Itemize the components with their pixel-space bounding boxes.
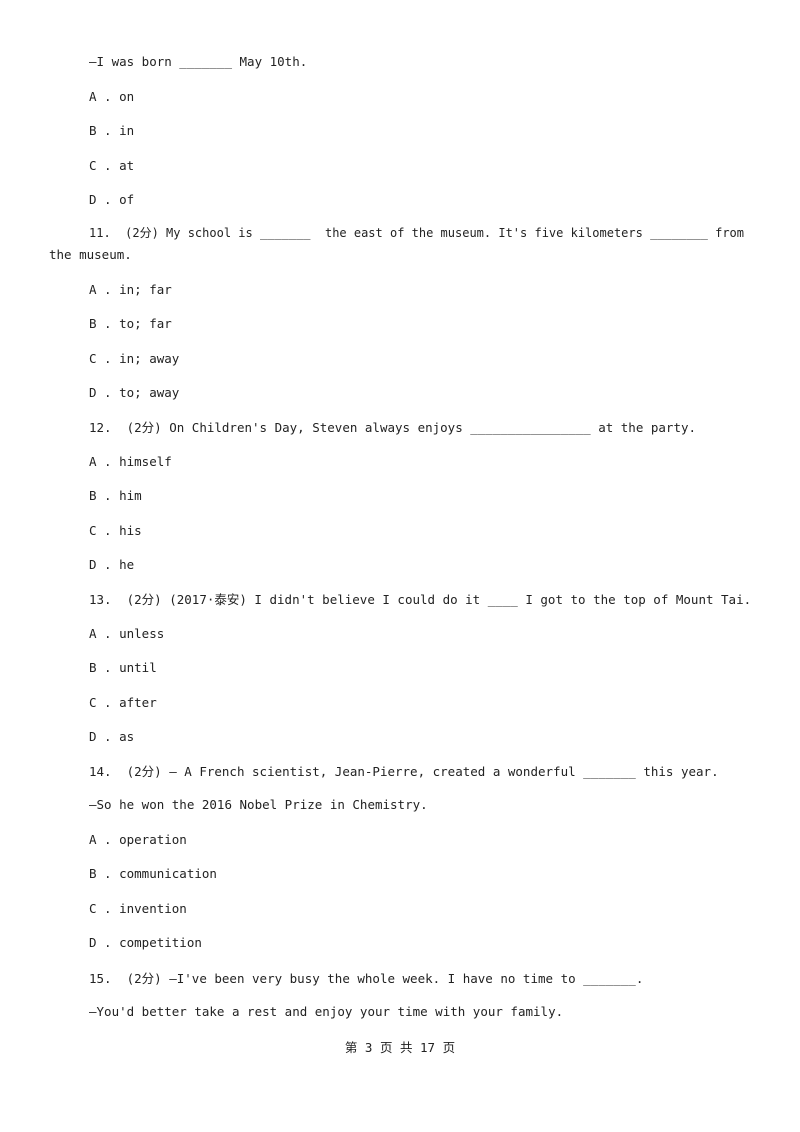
question-13-option-c: C . after: [89, 695, 157, 710]
question-12-option-d: D . he: [89, 557, 135, 572]
question-14-option-b: B . communication: [89, 866, 217, 881]
question-11-option-a: A . in; far: [89, 282, 172, 297]
question-13-option-b: B . until: [89, 660, 157, 675]
question-10-option-d: D . of: [89, 192, 135, 207]
question-13-option-a: A . unless: [89, 626, 165, 641]
question-12-option-b: B . him: [89, 488, 142, 503]
question-14-option-c: C . invention: [89, 901, 187, 916]
question-14-stem-continuation: —So he won the 2016 Nobel Prize in Chemi…: [89, 797, 428, 812]
question-13-option-d: D . as: [89, 729, 135, 744]
question-12-option-c: C . his: [89, 523, 142, 538]
question-15-stem: 15. (2分) —I've been very busy the whole …: [89, 971, 644, 986]
question-11-option-c: C . in; away: [89, 351, 180, 366]
question-11-option-d: D . to; away: [89, 385, 180, 400]
question-11-stem: 11. (2分) My school is _______ the east o…: [89, 226, 744, 240]
question-10-option-b: B . in: [89, 123, 135, 138]
page-number-footer: 第 3 页 共 17 页: [344, 1040, 456, 1055]
question-13-stem: 13. (2分) (2017·泰安) I didn't believe I co…: [89, 592, 752, 607]
question-14-option-d: D . competition: [89, 935, 202, 950]
question-11-stem-wrap: the museum.: [49, 247, 132, 262]
question-10-option-c: C . at: [89, 158, 135, 173]
question-11-option-b: B . to; far: [89, 316, 172, 331]
question-15-stem-continuation: —You'd better take a rest and enjoy your…: [89, 1004, 564, 1019]
question-14-stem: 14. (2分) — A French scientist, Jean-Pier…: [89, 764, 719, 779]
question-10-option-a: A . on: [89, 89, 135, 104]
question-14-option-a: A . operation: [89, 832, 187, 847]
question-10-stem-continuation: —I was born _______ May 10th.: [89, 54, 308, 69]
question-12-stem: 12. (2分) On Children's Day, Steven alway…: [89, 420, 697, 435]
question-12-option-a: A . himself: [89, 454, 172, 469]
